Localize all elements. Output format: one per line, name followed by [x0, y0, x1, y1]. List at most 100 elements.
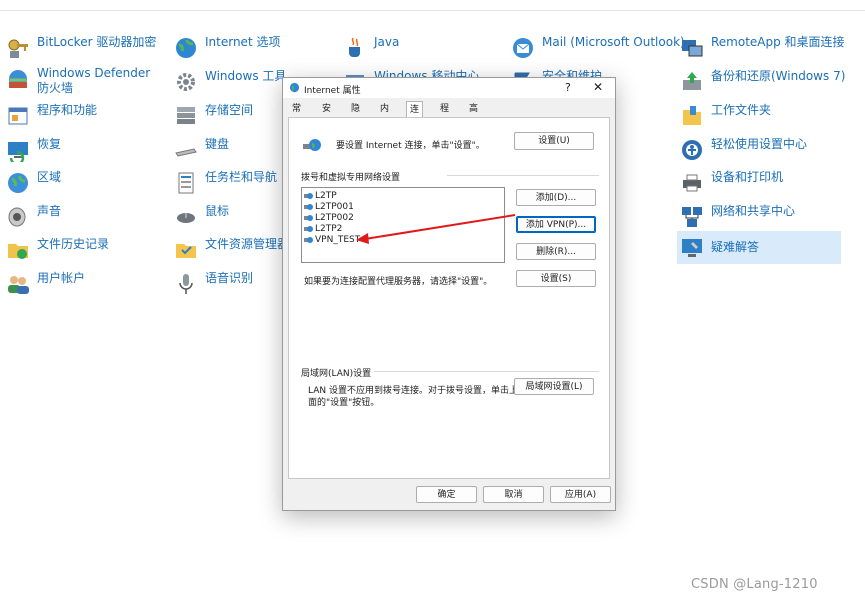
cp-item-label: 轻松使用设置中心	[711, 137, 808, 151]
cp-item-bitlocker[interactable]: BitLocker 驱动器加密	[6, 35, 156, 60]
cp-item-mouse[interactable]: 鼠标	[174, 204, 229, 229]
tab-connections[interactable]: 连接	[406, 101, 424, 132]
mail-icon	[513, 38, 533, 58]
apply-button[interactable]: 应用(A)	[550, 486, 611, 503]
dialup-section-title: 拨号和虚拟专用网络设置	[301, 173, 401, 183]
connection-name: VPN_TEST	[315, 234, 361, 245]
internet-globe-icon	[289, 82, 300, 93]
cp-item-programs[interactable]: 程序和功能	[6, 103, 97, 128]
top-divider	[0, 10, 865, 11]
proxy-instruction-text: 如果要为连接配置代理服务器，请选择"设置"。	[304, 277, 493, 287]
cp-item-internet-options[interactable]: Internet 选项	[174, 35, 280, 60]
printer-icon	[683, 174, 701, 192]
cp-item-java[interactable]: Java	[343, 35, 399, 60]
gear-icon	[177, 73, 195, 91]
tab-general[interactable]: 常规	[289, 102, 304, 128]
cp-item-recovery[interactable]: 恢复	[6, 137, 61, 162]
cp-item-label: Internet 选项	[205, 35, 281, 49]
backup-icon	[683, 72, 701, 90]
connection-globe-icon	[303, 139, 321, 151]
cp-item-label: RemoteApp 和桌面连接	[711, 35, 845, 49]
cp-item-keyboard[interactable]: 键盘	[174, 137, 229, 162]
ok-button[interactable]: 确定	[416, 486, 477, 503]
lan-settings-button[interactable]: 局域网设置(L)	[514, 378, 594, 395]
folder-icon	[176, 244, 196, 258]
connections-list[interactable]: L2TP L2TP001 L2TP002 L2TP2 VPN_TEST	[301, 187, 505, 263]
cp-item-label: 存储空间	[205, 103, 254, 117]
cp-item-label: Mail (Microsoft Outlook)	[542, 35, 685, 49]
cp-item-backup[interactable]: 备份和还原(Windows 7)	[680, 69, 845, 94]
help-button[interactable]: ?	[565, 81, 571, 94]
cp-item-troubleshoot[interactable]: 疑难解答	[677, 231, 841, 264]
cp-item-network-sharing[interactable]: 网络和共享中心	[680, 204, 795, 229]
cp-item-users[interactable]: 用户帐户	[6, 271, 85, 296]
cp-item-label: 网络和共享中心	[711, 204, 796, 218]
lan-section-title: 局域网(LAN)设置	[301, 369, 372, 379]
tab-security[interactable]: 安全	[319, 102, 334, 128]
remove-button[interactable]: 删除(R)...	[516, 243, 596, 260]
cp-item-work-folders[interactable]: 工作文件夹	[680, 103, 771, 128]
connection-name: L2TP002	[315, 212, 354, 223]
cp-item-label: 声音	[37, 204, 62, 218]
vpn-connection-icon	[304, 215, 313, 221]
remoteapp-icon	[682, 40, 703, 57]
internet-properties-dialog: Internet 属性 ? ✕ 常规 安全 隐私 内容 连接 程序 高级 要设置…	[282, 77, 616, 511]
vpn-connection-icon	[304, 204, 313, 210]
java-cup-icon	[349, 37, 360, 57]
cp-item-label: 备份和还原(Windows 7)	[711, 69, 846, 83]
cp-item-taskbar[interactable]: 任务栏和导航	[174, 170, 277, 195]
cp-item-label: 用户帐户	[37, 271, 86, 285]
cp-item-windows-tools[interactable]: Windows 工具	[174, 69, 286, 94]
cp-item-file-explorer[interactable]: 文件资源管理器	[174, 237, 289, 262]
tab-advanced[interactable]: 高级	[466, 102, 481, 128]
cp-item-sound[interactable]: 声音	[6, 204, 61, 229]
cp-item-region[interactable]: 区域	[6, 170, 61, 195]
troubleshoot-icon	[682, 239, 702, 257]
tab-content[interactable]: 内容	[377, 102, 392, 128]
cp-item-ease-of-access[interactable]: 轻松使用设置中心	[680, 137, 807, 162]
cp-item-label: 区域	[37, 170, 62, 184]
recovery-icon	[8, 142, 28, 162]
keyboard-icon	[175, 148, 197, 157]
vpn-connection-icon	[304, 237, 313, 243]
connections-panel: 要设置 Internet 连接，单击"设置"。 设置(U) 拨号和虚拟专用网络设…	[288, 117, 610, 479]
cp-item-firewall[interactable]: Windows Defender 防火墙	[6, 66, 166, 96]
dialog-titlebar[interactable]: Internet 属性 ? ✕	[283, 78, 615, 98]
mouse-icon	[177, 213, 195, 223]
tab-privacy[interactable]: 隐私	[348, 102, 363, 128]
dialog-title: Internet 属性	[304, 86, 361, 96]
cp-item-speech[interactable]: 语音识别	[174, 271, 253, 296]
cp-item-label: BitLocker 驱动器加密	[37, 35, 157, 49]
setup-instruction-text: 要设置 Internet 连接，单击"设置"。	[336, 141, 485, 151]
cp-item-storage[interactable]: 存储空间	[174, 103, 253, 128]
tab-programs[interactable]: 程序	[437, 102, 452, 128]
cp-item-file-history[interactable]: 文件历史记录	[6, 237, 109, 262]
proxy-settings-button[interactable]: 设置(S)	[516, 270, 596, 287]
add-button[interactable]: 添加(D)...	[516, 189, 596, 206]
cp-item-mail[interactable]: Mail (Microsoft Outlook)	[511, 35, 685, 60]
firewall-icon	[9, 70, 27, 88]
cancel-button[interactable]: 取消	[483, 486, 544, 503]
connection-name: L2TP	[315, 190, 337, 201]
setup-button[interactable]: 设置(U)	[514, 132, 594, 150]
cp-item-label: 设备和打印机	[711, 170, 784, 184]
cp-item-label: 文件历史记录	[37, 237, 110, 251]
add-vpn-button[interactable]: 添加 VPN(P)...	[516, 216, 596, 233]
vpn-connection-icon	[304, 193, 313, 199]
list-item[interactable]: L2TP2	[304, 223, 342, 234]
list-item[interactable]: VPN_TEST	[304, 234, 360, 245]
connection-name: L2TP001	[315, 201, 354, 212]
cp-item-label: 工作文件夹	[711, 103, 772, 117]
cp-item-label: 鼠标	[205, 204, 230, 218]
cp-item-remoteapp[interactable]: RemoteApp 和桌面连接	[680, 35, 845, 60]
cp-item-devices-printers[interactable]: 设备和打印机	[680, 170, 783, 195]
connection-name: L2TP2	[315, 223, 343, 234]
list-item[interactable]: L2TP002	[304, 212, 354, 223]
list-item[interactable]: L2TP001	[304, 201, 354, 212]
vpn-connection-icon	[304, 226, 313, 232]
cp-item-label: 文件资源管理器	[205, 237, 290, 251]
taskbar-icon	[178, 172, 194, 194]
close-button[interactable]: ✕	[593, 80, 603, 94]
list-item[interactable]: L2TP	[304, 190, 337, 201]
ease-of-access-icon	[682, 140, 702, 160]
